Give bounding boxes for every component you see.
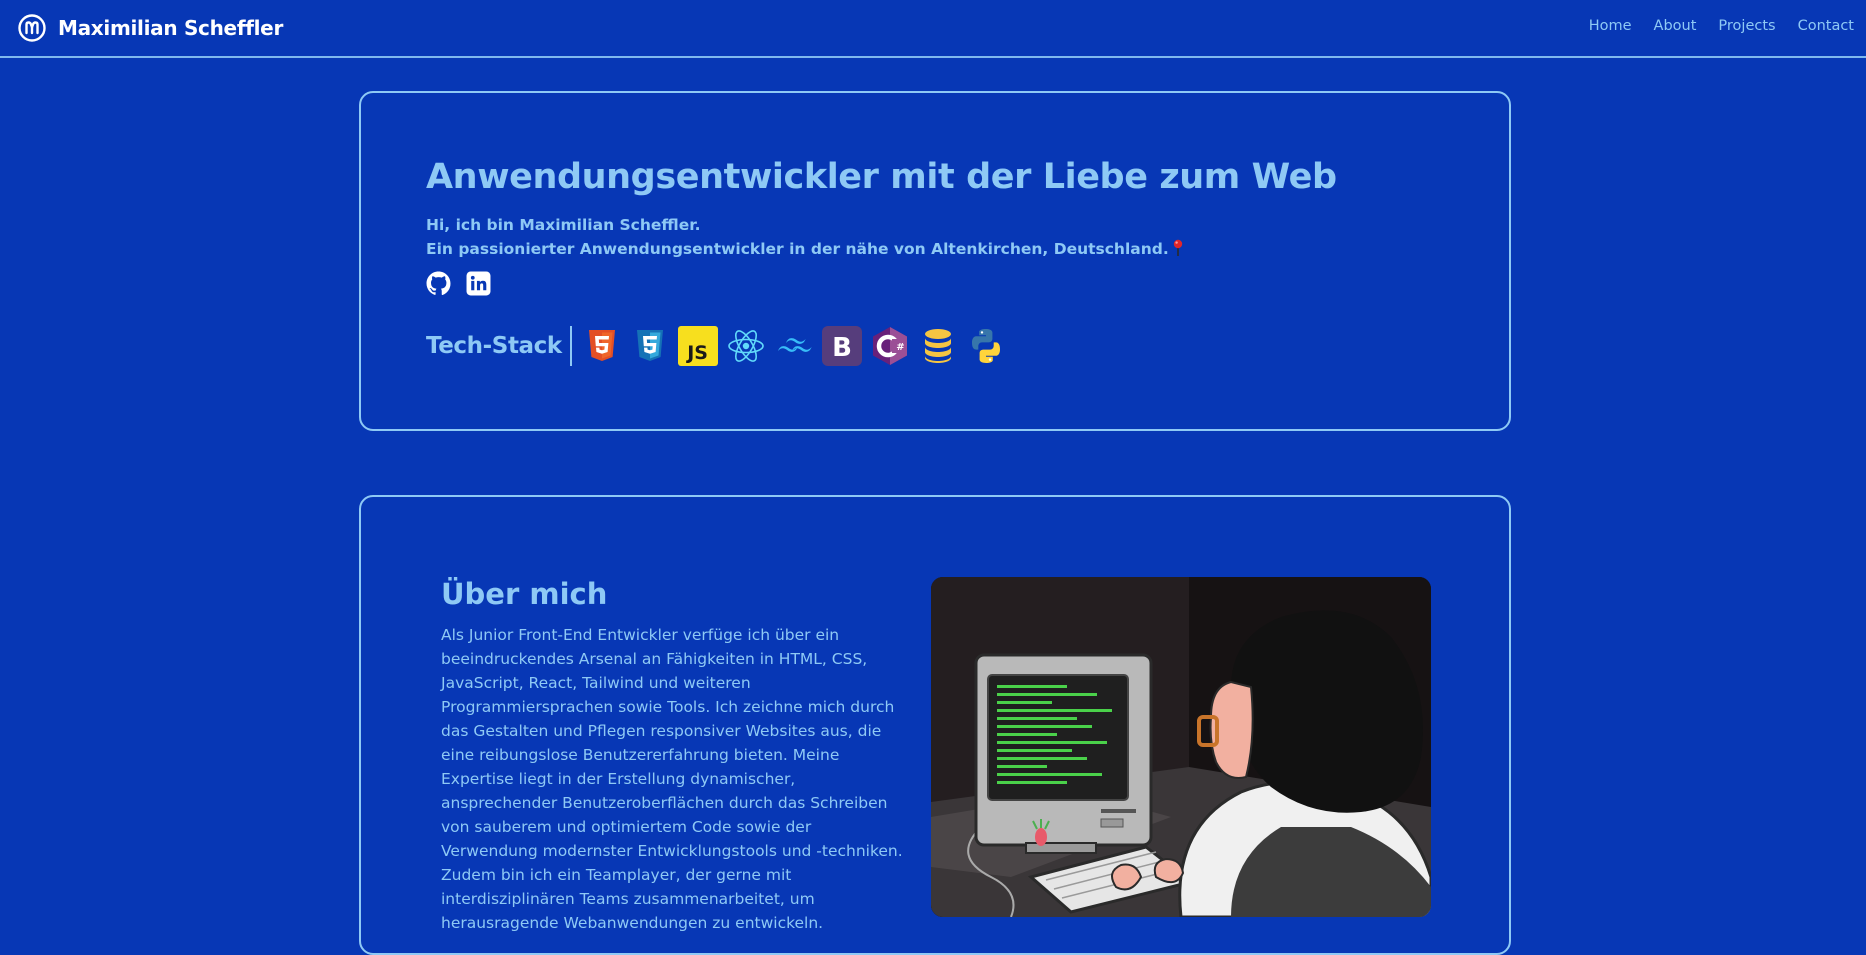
svg-text:B: B xyxy=(832,333,852,363)
tailwind-icon xyxy=(777,338,812,352)
react-icon xyxy=(728,330,764,362)
nav-link-projects[interactable]: Projects xyxy=(1718,18,1775,34)
csharp-icon: # xyxy=(872,327,907,365)
hero-description-text: Ein passionierter Anwendungsentwickler i… xyxy=(426,240,1169,258)
tech-stack: Tech-Stack JS B # xyxy=(426,325,1014,367)
hero-title: Anwendungsentwickler mit der Liebe zum W… xyxy=(426,157,1337,197)
hero-greeting: Hi, ich bin Maximilian Scheffler. xyxy=(426,216,701,234)
github-icon[interactable] xyxy=(426,271,451,296)
hero-card: Anwendungsentwickler mit der Liebe zum W… xyxy=(359,91,1511,431)
about-text: Als Junior Front-End Entwickler verfüge … xyxy=(441,626,903,932)
brand[interactable]: Maximilian Scheffler xyxy=(18,13,283,43)
developer-illustration-art xyxy=(931,577,1431,917)
nav-links: Home About Projects Contact xyxy=(1567,18,1854,34)
python-icon xyxy=(971,329,1000,363)
about-title: Über mich xyxy=(441,577,608,611)
tech-stack-divider xyxy=(569,326,572,366)
linkedin-icon[interactable] xyxy=(466,271,491,296)
css3-icon xyxy=(636,330,663,361)
bootstrap-icon: B xyxy=(821,326,862,366)
svg-text:#: # xyxy=(896,342,904,353)
brand-name: Maximilian Scheffler xyxy=(58,16,284,40)
hero-intro: Hi, ich bin Maximilian Scheffler. Ein pa… xyxy=(426,213,1183,261)
html5-icon xyxy=(588,330,615,361)
database-icon xyxy=(924,329,951,363)
svg-text:JS: JS xyxy=(685,342,708,364)
nav-link-about[interactable]: About xyxy=(1654,18,1697,34)
hero-description: Ein passionierter Anwendungsentwickler i… xyxy=(426,237,1183,261)
nav-link-contact[interactable]: Contact xyxy=(1798,18,1854,34)
navbar: Maximilian Scheffler Home About Projects… xyxy=(0,0,1866,58)
javascript-icon: JS xyxy=(677,326,718,366)
developer-illustration xyxy=(931,577,1431,917)
tech-stack-label: Tech-Stack xyxy=(426,333,562,359)
about-card: Über mich Als Junior Front-End Entwickle… xyxy=(359,495,1511,955)
logo-icon xyxy=(18,14,46,42)
pin-icon xyxy=(1173,239,1182,256)
nav-link-home[interactable]: Home xyxy=(1589,18,1632,34)
social-links xyxy=(426,271,506,296)
